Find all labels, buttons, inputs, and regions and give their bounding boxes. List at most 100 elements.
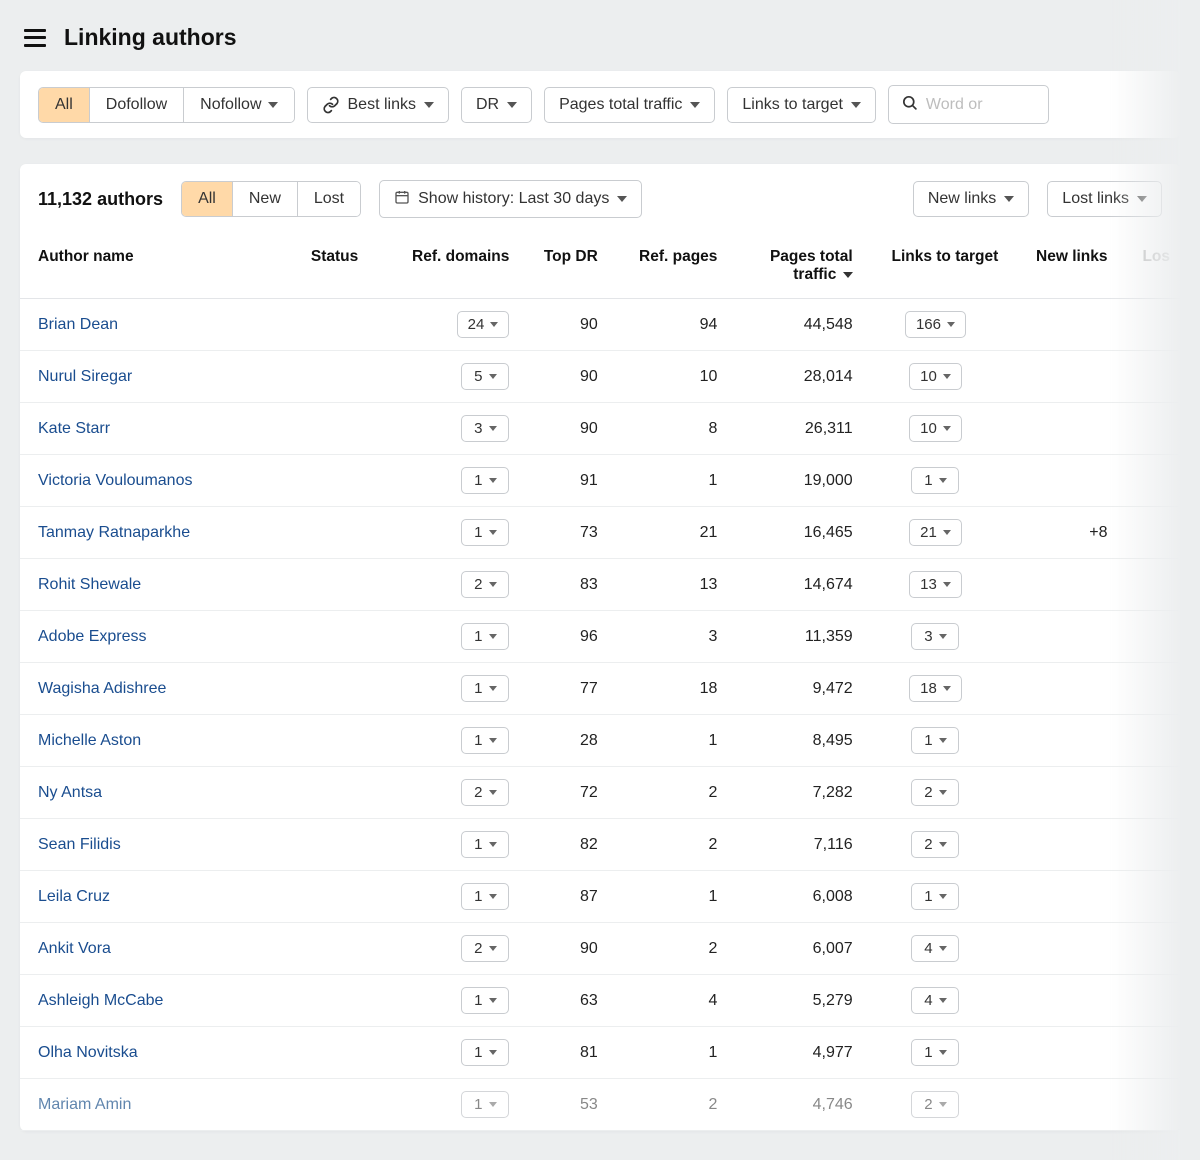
author-link[interactable]: Adobe Express	[38, 628, 147, 645]
chevron-down-icon	[939, 998, 947, 1003]
ref-domains-button[interactable]: 2	[461, 779, 509, 806]
page-title: Linking authors	[64, 24, 237, 51]
ref-domains-button[interactable]: 1	[461, 675, 509, 702]
ref-domains-button[interactable]: 1	[461, 1091, 509, 1118]
ref-domains-button[interactable]: 24	[457, 311, 510, 338]
links-to-target-button[interactable]: 4	[911, 935, 959, 962]
col-new-links[interactable]: New links	[1008, 234, 1117, 299]
links-to-target-button[interactable]: 2	[911, 1091, 959, 1118]
col-top-dr[interactable]: Top DR	[519, 234, 607, 299]
filter-links-to-target[interactable]: Links to target	[727, 87, 876, 123]
links-to-target-button[interactable]: 4	[911, 987, 959, 1014]
author-link[interactable]: Wagisha Adishree	[38, 680, 166, 697]
table-row: Kate Starr 3 90 8 26,311 10	[20, 403, 1180, 455]
links-to-target-button[interactable]: 2	[911, 779, 959, 806]
table-row: Ashleigh McCabe 1 63 4 5,279 4	[20, 975, 1180, 1027]
cell-new-links	[1008, 351, 1117, 403]
tab-dofollow[interactable]: Dofollow	[90, 88, 184, 122]
ref-domains-button[interactable]: 1	[461, 467, 509, 494]
links-to-target-button[interactable]: 21	[909, 519, 962, 546]
table-row: Nurul Siregar 5 90 10 28,014 10	[20, 351, 1180, 403]
col-ref-domains[interactable]: Ref. domains	[384, 234, 519, 299]
cell-ref-pages: 2	[608, 767, 728, 819]
author-link[interactable]: Brian Dean	[38, 316, 118, 333]
links-to-target-button[interactable]: 10	[909, 363, 962, 390]
links-to-target-button[interactable]: 1	[911, 883, 959, 910]
chevron-down-icon	[489, 842, 497, 847]
ref-domains-button[interactable]: 1	[461, 727, 509, 754]
author-link[interactable]: Ashleigh McCabe	[38, 992, 163, 1009]
links-to-target-button[interactable]: 3	[911, 623, 959, 650]
show-history-button[interactable]: Show history: Last 30 days	[379, 180, 642, 218]
ref-domains-button[interactable]: 2	[461, 571, 509, 598]
links-to-target-button[interactable]: 10	[909, 415, 962, 442]
cell-ref-pages: 2	[608, 819, 728, 871]
ref-domains-button[interactable]: 1	[461, 831, 509, 858]
filter-pages-traffic[interactable]: Pages total traffic	[544, 87, 715, 123]
status-tab-new[interactable]: New	[233, 182, 298, 216]
search-box[interactable]	[888, 85, 1049, 124]
cell-traffic: 4,746	[727, 1079, 862, 1131]
author-link[interactable]: Leila Cruz	[38, 888, 110, 905]
author-link[interactable]: Ny Antsa	[38, 784, 102, 801]
links-to-target-button[interactable]: 1	[911, 467, 959, 494]
chevron-down-icon	[489, 946, 497, 951]
ref-domains-button[interactable]: 1	[461, 1039, 509, 1066]
cell-new-links	[1008, 1079, 1117, 1131]
filter-best-links[interactable]: Best links	[307, 87, 449, 123]
chevron-down-icon	[489, 426, 497, 431]
col-links-to-target[interactable]: Links to target	[863, 234, 1009, 299]
ref-domains-button[interactable]: 1	[461, 623, 509, 650]
author-link[interactable]: Mariam Amin	[38, 1096, 131, 1113]
col-pages-traffic[interactable]: Pages total traffic	[727, 234, 862, 299]
author-link[interactable]: Michelle Aston	[38, 732, 141, 749]
author-link[interactable]: Sean Filidis	[38, 836, 121, 853]
author-link[interactable]: Ankit Vora	[38, 940, 111, 957]
author-link[interactable]: Rohit Shewale	[38, 576, 141, 593]
author-link[interactable]: Victoria Vouloumanos	[38, 472, 192, 489]
cell-status	[301, 1079, 384, 1131]
links-to-target-button[interactable]: 13	[909, 571, 962, 598]
author-link[interactable]: Nurul Siregar	[38, 368, 132, 385]
menu-icon[interactable]	[24, 29, 46, 47]
col-lost-links[interactable]: Los	[1118, 234, 1180, 299]
status-tab-all[interactable]: All	[182, 182, 233, 216]
links-to-target-button[interactable]: 166	[905, 311, 966, 338]
lost-links-button[interactable]: Lost links	[1047, 181, 1162, 217]
ref-domains-button[interactable]: 1	[461, 987, 509, 1014]
cell-new-links	[1008, 715, 1117, 767]
status-tab-lost[interactable]: Lost	[298, 182, 360, 216]
ref-domains-button[interactable]: 2	[461, 935, 509, 962]
author-link[interactable]: Kate Starr	[38, 420, 110, 437]
links-to-target-button[interactable]: 18	[909, 675, 962, 702]
links-to-target-button[interactable]: 2	[911, 831, 959, 858]
filter-dr[interactable]: DR	[461, 87, 532, 123]
links-to-target-button[interactable]: 1	[911, 727, 959, 754]
ref-domains-button[interactable]: 1	[461, 883, 509, 910]
col-author[interactable]: Author name	[20, 234, 301, 299]
chevron-down-icon	[943, 582, 951, 587]
ref-domains-button[interactable]: 1	[461, 519, 509, 546]
tab-nofollow[interactable]: Nofollow	[184, 88, 293, 122]
col-status[interactable]: Status	[301, 234, 384, 299]
col-ref-pages[interactable]: Ref. pages	[608, 234, 728, 299]
chevron-down-icon	[939, 946, 947, 951]
cell-traffic: 16,465	[727, 507, 862, 559]
tab-all[interactable]: All	[39, 88, 90, 122]
chevron-down-icon	[490, 322, 498, 327]
cell-new-links	[1008, 403, 1117, 455]
cell-traffic: 14,674	[727, 559, 862, 611]
cell-traffic: 5,279	[727, 975, 862, 1027]
chevron-down-icon	[947, 322, 955, 327]
author-link[interactable]: Tanmay Ratnaparkhe	[38, 524, 190, 541]
filter-dr-label: DR	[476, 96, 499, 114]
cell-lost-links	[1118, 663, 1180, 715]
cell-traffic: 26,311	[727, 403, 862, 455]
ref-domains-button[interactable]: 3	[461, 415, 509, 442]
search-input[interactable]	[926, 96, 1036, 114]
author-link[interactable]: Olha Novitska	[38, 1044, 138, 1061]
cell-status	[301, 923, 384, 975]
links-to-target-button[interactable]: 1	[911, 1039, 959, 1066]
ref-domains-button[interactable]: 5	[461, 363, 509, 390]
new-links-button[interactable]: New links	[913, 181, 1029, 217]
